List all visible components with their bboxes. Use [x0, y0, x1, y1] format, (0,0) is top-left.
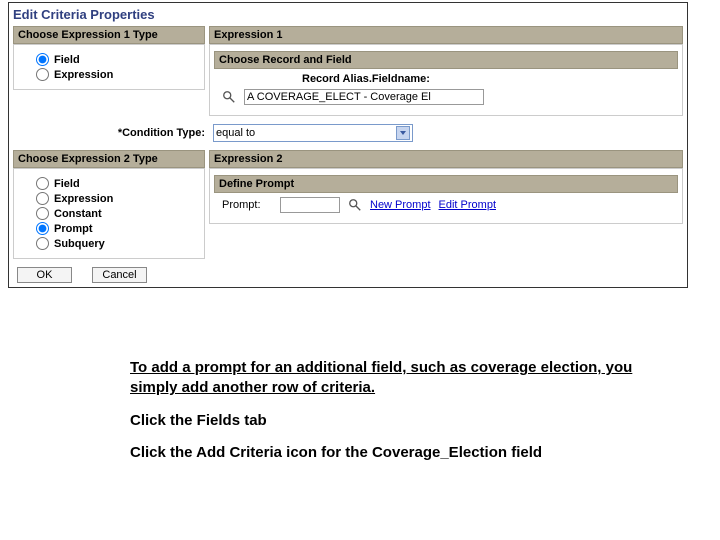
condition-type-label: *Condition Type:: [13, 127, 205, 139]
radio-field-1-input[interactable]: [36, 53, 49, 66]
radio-expression-1-label: Expression: [54, 69, 113, 81]
prompt-label: Prompt:: [222, 199, 272, 211]
radio-expression-2[interactable]: Expression: [36, 192, 200, 205]
edit-prompt-link[interactable]: Edit Prompt: [439, 199, 496, 211]
expr1-box: Choose Record and Field Record Alias.Fie…: [209, 44, 683, 116]
condition-type-select[interactable]: equal to: [213, 124, 413, 142]
ok-button[interactable]: OK: [17, 267, 72, 283]
radio-subquery-input[interactable]: [36, 237, 49, 250]
expr1-type-header: Choose Expression 1 Type: [13, 26, 205, 44]
expr2-type-header: Choose Expression 2 Type: [13, 150, 205, 168]
record-fieldname-label: Record Alias.Fieldname:: [302, 73, 430, 85]
lookup-icon[interactable]: [222, 90, 236, 104]
radio-field-2[interactable]: Field: [36, 177, 200, 190]
expr2-sub-header: Define Prompt: [214, 175, 678, 193]
new-prompt-link[interactable]: New Prompt: [370, 199, 431, 211]
expr1-type-box: Field Expression: [13, 44, 205, 90]
expr2-box: Define Prompt Prompt: New Prompt Edit Pr…: [209, 168, 683, 224]
dialog-title: Edit Criteria Properties: [13, 7, 683, 22]
prompt-input[interactable]: [280, 197, 340, 213]
radio-field-1[interactable]: Field: [36, 53, 200, 66]
expr2-type-box: Field Expression Constant Prompt Subquer…: [13, 168, 205, 259]
radio-prompt-label: Prompt: [54, 223, 93, 235]
radio-prompt-input[interactable]: [36, 222, 49, 235]
radio-subquery[interactable]: Subquery: [36, 237, 200, 250]
expr1-sub-header: Choose Record and Field: [214, 51, 678, 69]
instruction-line-1: To add a prompt for an additional field,…: [130, 358, 680, 399]
radio-field-2-label: Field: [54, 178, 80, 190]
radio-field-2-input[interactable]: [36, 177, 49, 190]
radio-expression-2-input[interactable]: [36, 192, 49, 205]
expr1-header: Expression 1: [209, 26, 683, 44]
radio-field-1-label: Field: [54, 54, 80, 66]
radio-expression-2-label: Expression: [54, 193, 113, 205]
radio-expression-1[interactable]: Expression: [36, 68, 200, 81]
record-fieldname-input[interactable]: [244, 89, 484, 105]
radio-constant-input[interactable]: [36, 207, 49, 220]
radio-prompt[interactable]: Prompt: [36, 222, 200, 235]
radio-subquery-label: Subquery: [54, 238, 105, 250]
radio-constant[interactable]: Constant: [36, 207, 200, 220]
dropdown-arrow-icon[interactable]: [396, 126, 410, 140]
edit-criteria-dialog: Edit Criteria Properties Choose Expressi…: [8, 2, 688, 288]
cancel-button[interactable]: Cancel: [92, 267, 147, 283]
instruction-line-2: Click the Fields tab: [130, 411, 680, 431]
instruction-line-3: Click the Add Criteria icon for the Cove…: [130, 443, 680, 463]
prompt-lookup-icon[interactable]: [348, 198, 362, 212]
expr2-header: Expression 2: [209, 150, 683, 168]
instructions-block: To add a prompt for an additional field,…: [130, 358, 680, 463]
radio-constant-label: Constant: [54, 208, 102, 220]
condition-type-value: equal to: [216, 127, 255, 139]
radio-expression-1-input[interactable]: [36, 68, 49, 81]
